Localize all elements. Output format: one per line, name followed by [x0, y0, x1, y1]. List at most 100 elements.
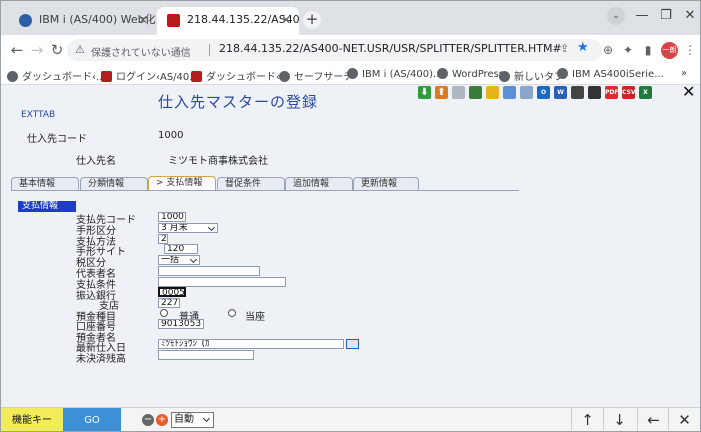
- zoom-in-icon[interactable]: +: [156, 414, 168, 426]
- new-tab-button[interactable]: +: [303, 11, 321, 29]
- tab-search-chevron-icon[interactable]: ⌄: [607, 7, 625, 25]
- section-header: 支払情報: [18, 201, 76, 212]
- ibm-favicon-icon: [19, 14, 32, 27]
- as400-favicon-icon: [101, 71, 112, 82]
- upload-icon[interactable]: ⬆: [435, 86, 448, 99]
- excel-icon[interactable]: X: [639, 86, 652, 99]
- pay-terms-input[interactable]: [158, 277, 286, 287]
- go-button[interactable]: GO: [63, 408, 121, 431]
- globe-icon: [7, 71, 18, 82]
- deposit-type-option-checking: 当座: [245, 312, 265, 323]
- calendar-icon[interactable]: [346, 339, 359, 349]
- url-text[interactable]: 218.44.135.22/AS400-NET.USR/USR/SPLITTER…: [219, 42, 562, 55]
- image-icon[interactable]: [469, 86, 482, 99]
- program-id: EXTTAB: [21, 110, 56, 120]
- payee-code-input[interactable]: 1000: [158, 212, 186, 222]
- tab-classification-info[interactable]: 分類情報: [80, 177, 148, 191]
- back-arrow-icon[interactable]: ←: [637, 408, 669, 431]
- outlook-icon[interactable]: O: [537, 86, 550, 99]
- url-divider: [209, 44, 210, 56]
- restore-button[interactable]: ❐: [653, 5, 679, 27]
- bank-input[interactable]: 0005: [158, 287, 186, 297]
- branch-input[interactable]: 227: [158, 298, 180, 308]
- globe-icon: [499, 71, 510, 82]
- extension-icon[interactable]: ⊕: [599, 41, 617, 59]
- sidepanel-icon[interactable]: ▮: [639, 41, 657, 59]
- bookmark-item[interactable]: ダッシュボード‹...: [7, 68, 106, 83]
- tab-additional-info[interactable]: 追加情報: [285, 177, 353, 191]
- word-icon[interactable]: W: [554, 86, 567, 99]
- deposit-type-radio-ordinary[interactable]: [160, 309, 168, 317]
- supplier-name-value: ミツモト商事株式会社: [168, 156, 268, 167]
- bookmarks-more-icon[interactable]: »: [681, 68, 687, 79]
- page-close-icon[interactable]: ✕: [682, 85, 695, 101]
- account-no-input[interactable]: 9013053: [158, 319, 204, 329]
- scroll-up-icon[interactable]: ↑: [571, 408, 603, 431]
- forward-arrow-icon[interactable]: →: [27, 39, 47, 61]
- download-icon[interactable]: ⬇: [418, 86, 431, 99]
- bookmark-item[interactable]: 新しいタブ: [499, 68, 564, 83]
- csv-icon[interactable]: CSV: [622, 86, 635, 99]
- browser-toolbar: ← → ↻ ⚠ 保護されていない通信 218.44.135.22/AS400-N…: [1, 35, 700, 65]
- bookmark-star-icon[interactable]: ★: [577, 40, 589, 55]
- bookmark-item[interactable]: IBM AS400iSerie...: [557, 68, 664, 80]
- copy-icon[interactable]: [520, 86, 533, 99]
- tab-close-icon[interactable]: ✕: [281, 7, 291, 33]
- bookmark-item[interactable]: ダッシュボード‹...: [191, 68, 290, 83]
- pdf-icon[interactable]: PDF: [605, 86, 618, 99]
- bottom-bar: 機能キー GO − + 自動 ↑ ↓ ← ✕: [1, 407, 700, 431]
- tab-divider: [11, 190, 519, 191]
- tab-update-info[interactable]: 更新情報: [353, 177, 419, 191]
- puzzle-extensions-icon[interactable]: ✦: [619, 41, 637, 59]
- back-arrow-icon[interactable]: ←: [7, 39, 27, 61]
- scroll-down-icon[interactable]: ↓: [603, 408, 635, 431]
- bookmark-item[interactable]: WordPress: [437, 68, 504, 80]
- tab-close-icon[interactable]: ✕: [138, 7, 148, 33]
- page-icon[interactable]: [503, 86, 516, 99]
- supplier-code-label: 仕入先コード: [27, 134, 87, 145]
- reload-icon[interactable]: ↻: [47, 39, 67, 61]
- profile-avatar[interactable]: 一朗: [661, 42, 678, 59]
- palette-icon[interactable]: [486, 86, 499, 99]
- globe-icon: [437, 68, 448, 79]
- exit-icon[interactable]: ✕: [668, 408, 700, 431]
- zoom-select[interactable]: 自動: [171, 412, 214, 428]
- unsettled-input[interactable]: [158, 350, 254, 360]
- tab-dunning-terms[interactable]: 督促条件: [217, 177, 285, 191]
- as400-favicon-icon: [191, 71, 202, 82]
- browser-window: IBM i (AS/400) Web化やソリ ✕ 218.44.135.22/A…: [0, 0, 701, 432]
- camera-icon[interactable]: [571, 86, 584, 99]
- account-holder-input[interactable]: ﾐﾂﾓﾄｼｮｳｼﾞ(ｶ: [158, 339, 344, 349]
- as400-favicon-icon: [167, 14, 180, 27]
- representative-input[interactable]: [158, 266, 260, 276]
- address-bar[interactable]: ⚠ 保護されていない通信 218.44.135.22/AS400-NET.USR…: [67, 39, 602, 61]
- security-label: 保護されていない通信: [91, 48, 191, 59]
- globe-icon: [347, 68, 358, 79]
- document-icon[interactable]: [452, 86, 465, 99]
- menu-kebab-icon[interactable]: ⋮: [681, 41, 699, 59]
- app-page: ⬇ ⬆ O W PDF CSV X ✕ 仕入先マスターの登録 EXTTAB 仕入…: [1, 85, 700, 407]
- function-key-button[interactable]: 機能キー: [1, 408, 63, 431]
- bookmark-item[interactable]: IBM i (AS/400)...: [347, 68, 443, 80]
- printer-icon[interactable]: [588, 86, 601, 99]
- browser-tab-as400net[interactable]: 218.44.135.22/AS400-NET.U ✕: [157, 7, 299, 35]
- share-icon[interactable]: ⇪: [560, 42, 569, 55]
- globe-icon: [279, 71, 290, 82]
- tax-type-select[interactable]: 一括: [158, 255, 200, 265]
- pay-method-input[interactable]: 2: [158, 234, 168, 244]
- bookmark-item[interactable]: ログイン‹AS/40...: [101, 68, 199, 83]
- tab-strip: IBM i (AS/400) Web化やソリ ✕ 218.44.135.22/A…: [1, 1, 700, 35]
- window-close-button[interactable]: ✕: [677, 5, 700, 27]
- tab-payment-info[interactable]: > 支払情報: [148, 176, 216, 191]
- bookmark-item[interactable]: セーフサーチ: [279, 68, 353, 83]
- deposit-type-radio-checking[interactable]: [228, 309, 236, 317]
- supplier-name-label: 仕入先名: [76, 156, 116, 167]
- warning-icon[interactable]: ⚠: [75, 43, 85, 56]
- bill-type-select[interactable]: 3 月末: [158, 223, 218, 233]
- tab-basic-info[interactable]: 基本情報: [11, 177, 79, 191]
- minimize-button[interactable]: —: [629, 5, 655, 27]
- zoom-out-icon[interactable]: −: [142, 414, 154, 426]
- page-title: 仕入先マスターの登録: [158, 93, 319, 111]
- bill-site-input[interactable]: 120: [164, 244, 198, 254]
- browser-tab-ibmi[interactable]: IBM i (AS/400) Web化やソリ ✕: [9, 7, 156, 35]
